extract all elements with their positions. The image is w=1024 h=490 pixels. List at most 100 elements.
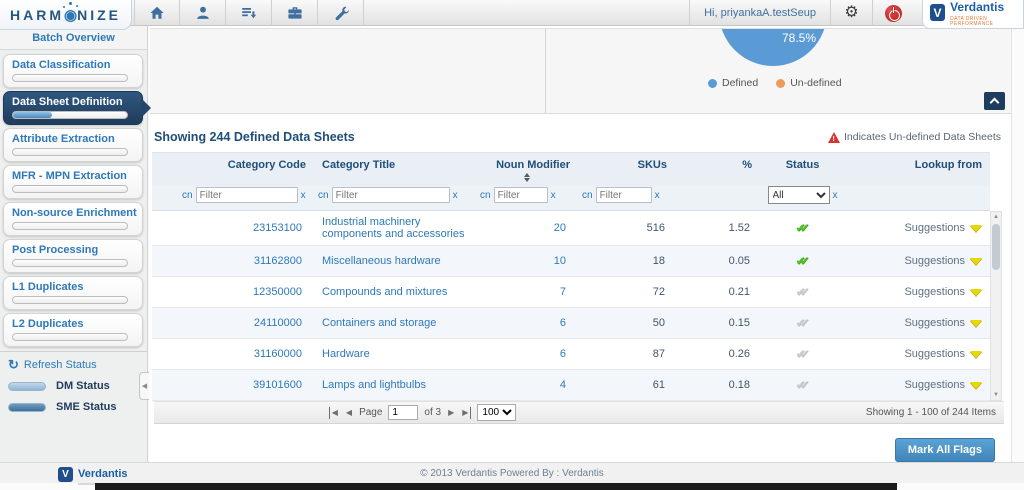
- home-button[interactable]: [134, 0, 180, 26]
- noun-modifier-link[interactable]: 10: [554, 255, 566, 267]
- category-code-link[interactable]: 39101600: [253, 379, 302, 391]
- harmonize-logo: HARM◉NIZE: [0, 0, 132, 30]
- status-filter-select[interactable]: All: [768, 186, 830, 204]
- clear-filter-skus[interactable]: x: [655, 190, 660, 201]
- verdantis-v-icon: V: [930, 4, 945, 21]
- footer: © 2013 Verdantis Powered By : Verdantis: [0, 462, 1024, 483]
- status-check-icon: [795, 380, 809, 392]
- user-button[interactable]: [180, 0, 226, 26]
- table-row: 12350000 Compounds and mixtures 7 72 0.2…: [152, 277, 990, 308]
- sort-icon[interactable]: [521, 173, 533, 182]
- category-title-link[interactable]: Industrial machinery components and acce…: [322, 216, 464, 240]
- table-row: 23153100 Industrial machinery components…: [152, 211, 990, 246]
- sidebar-item-post-processing[interactable]: Post Processing: [3, 239, 143, 273]
- noun-modifier-link[interactable]: 6: [560, 348, 566, 360]
- lookup-suggestions-button[interactable]: Suggestions: [904, 379, 982, 391]
- sidebar-collapse-handle[interactable]: ◀: [139, 372, 149, 400]
- logout-button[interactable]: [872, 0, 914, 26]
- user-greeting[interactable]: Hi, priyankaA.testSeup: [689, 0, 830, 26]
- scroll-up-icon[interactable]: ▲: [993, 212, 999, 222]
- last-page-button[interactable]: ▶: [461, 407, 471, 419]
- sidebar-item-attribute-extraction[interactable]: Attribute Extraction: [3, 128, 143, 162]
- column-header-category-code[interactable]: Category Code: [178, 153, 314, 186]
- chevron-up-icon: [990, 98, 1000, 108]
- category-code-link[interactable]: 24110000: [254, 317, 302, 329]
- category-code-link[interactable]: 31162800: [254, 255, 302, 267]
- column-header-category-title[interactable]: Category Title: [314, 153, 476, 186]
- refresh-status-button[interactable]: ↻ Refresh Status: [8, 358, 139, 371]
- briefcase-button[interactable]: [272, 0, 318, 26]
- category-code-link[interactable]: 31160000: [254, 348, 302, 360]
- progress-bar: [12, 111, 128, 119]
- brand-name: Verdantis: [950, 0, 1004, 14]
- column-header-status[interactable]: Status: [760, 153, 845, 186]
- clear-filter-noun[interactable]: x: [551, 190, 556, 201]
- table-row: 31160000 Hardware 6 87 0.26 Suggestions: [152, 339, 990, 370]
- footer-verdantis-logo: V Verdantis: [58, 464, 128, 485]
- percent-value: 0.18: [675, 371, 760, 399]
- warning-triangle-icon: [828, 132, 840, 143]
- sidebar-item-l2-duplicates[interactable]: L2 Duplicates: [3, 313, 143, 347]
- lookup-suggestions-button[interactable]: Suggestions: [904, 255, 982, 267]
- status-check-icon: [795, 287, 809, 299]
- scroll-down-icon[interactable]: ▼: [993, 390, 999, 400]
- category-title-link[interactable]: Hardware: [322, 348, 370, 360]
- sme-status-pill: [8, 403, 46, 412]
- column-header-skus[interactable]: SKUs: [578, 153, 675, 186]
- lookup-suggestions-button[interactable]: Suggestions: [904, 286, 982, 298]
- category-title-filter-input[interactable]: [332, 187, 450, 203]
- progress-bar: [12, 333, 128, 341]
- noun-modifier-link[interactable]: 6: [560, 317, 566, 329]
- lookup-suggestions-button[interactable]: Suggestions: [904, 222, 982, 234]
- column-header-noun-modifier[interactable]: Noun Modifier: [476, 153, 578, 186]
- progress-bar: [12, 148, 128, 156]
- table-scrollbar[interactable]: ▲ ▼: [990, 211, 1002, 401]
- collapse-panel-button[interactable]: [984, 92, 1005, 110]
- skus-filter-input[interactable]: [596, 187, 652, 203]
- filter-operator-skus[interactable]: cn: [582, 190, 593, 201]
- clear-filter-status[interactable]: x: [833, 190, 838, 201]
- refresh-icon: ↻: [8, 358, 19, 371]
- skus-value: 18: [578, 247, 675, 275]
- sidebar-item-data-classification[interactable]: Data Classification: [3, 54, 143, 88]
- lookup-suggestions-button[interactable]: Suggestions: [904, 317, 982, 329]
- filter-operator-title[interactable]: cn: [318, 190, 329, 201]
- undefined-legend-dot: [776, 79, 785, 88]
- clear-filter-code[interactable]: x: [301, 190, 306, 201]
- filter-operator-code[interactable]: cn: [182, 190, 193, 201]
- category-code-link[interactable]: 12350000: [253, 286, 302, 298]
- batch-log-button[interactable]: [226, 0, 272, 26]
- page-label: Page: [359, 407, 382, 418]
- category-code-filter-input[interactable]: [196, 187, 298, 203]
- category-title-link[interactable]: Miscellaneous hardware: [322, 255, 441, 267]
- sidebar-item-non-source-enrichment[interactable]: Non-source Enrichment: [3, 202, 143, 236]
- category-title-link[interactable]: Lamps and lightbulbs: [322, 379, 426, 391]
- category-code-link[interactable]: 23153100: [253, 222, 302, 234]
- category-title-link[interactable]: Containers and storage: [322, 317, 436, 329]
- noun-modifier-filter-input[interactable]: [494, 187, 548, 203]
- previous-page-button[interactable]: ◀: [345, 407, 353, 419]
- lookup-suggestions-button[interactable]: Suggestions: [904, 348, 982, 360]
- table-filter-row: cn x cn x cn x cn x: [152, 186, 990, 211]
- noun-modifier-link[interactable]: 7: [560, 286, 566, 298]
- settings-button[interactable]: ⚙: [830, 0, 872, 26]
- scrollbar-thumb[interactable]: [992, 224, 1000, 270]
- page-number-input[interactable]: [388, 405, 418, 420]
- home-icon: [149, 5, 165, 21]
- first-page-button[interactable]: ◀: [329, 407, 339, 419]
- column-header-percent[interactable]: %: [675, 153, 760, 186]
- clear-filter-title[interactable]: x: [453, 190, 458, 201]
- noun-modifier-link[interactable]: 4: [560, 379, 566, 391]
- noun-modifier-link[interactable]: 20: [554, 222, 566, 234]
- column-header-lookup-from[interactable]: Lookup from: [845, 153, 990, 186]
- filter-operator-noun[interactable]: cn: [480, 190, 491, 201]
- category-title-link[interactable]: Compounds and mixtures: [322, 286, 447, 298]
- mark-all-flags-button[interactable]: Mark All Flags: [895, 438, 995, 462]
- tools-button[interactable]: [318, 0, 364, 26]
- progress-bar: [12, 74, 128, 82]
- sidebar-item-mfr-mpn-extraction[interactable]: MFR - MPN Extraction: [3, 165, 143, 199]
- next-page-button[interactable]: ▶: [447, 407, 455, 419]
- page-size-select[interactable]: 100: [477, 404, 516, 421]
- sidebar-item-data-sheet-definition[interactable]: Data Sheet Definition: [3, 91, 143, 125]
- sidebar-item-l1-duplicates[interactable]: L1 Duplicates: [3, 276, 143, 310]
